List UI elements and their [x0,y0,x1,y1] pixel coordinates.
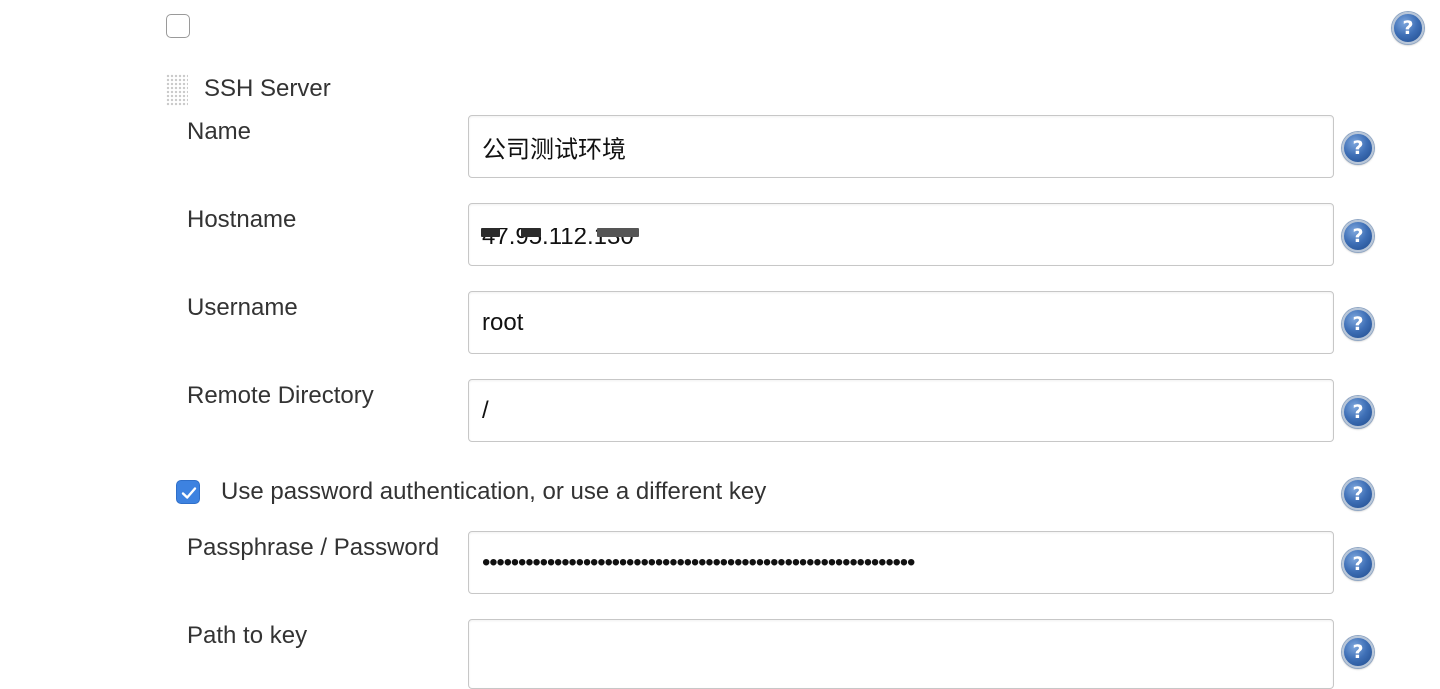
help-icon[interactable]: ? [1342,478,1374,510]
section-title: SSH Server [204,75,331,102]
help-icon[interactable]: ? [1342,132,1374,164]
remote-directory-input[interactable]: / [468,379,1334,442]
redaction-mark [597,228,639,237]
username-input[interactable]: root [468,291,1334,354]
checkmark-icon [181,487,197,499]
help-icon[interactable]: ? [1342,308,1374,340]
password-auth-checkbox[interactable] [176,480,200,504]
help-icon[interactable]: ? [1342,636,1374,668]
help-icon[interactable]: ? [1342,220,1374,252]
redaction-mark [521,228,541,237]
passphrase-label: Passphrase / Password [187,534,440,561]
enable-checkbox[interactable] [166,14,190,38]
username-label: Username [187,294,298,321]
remote-directory-label: Remote Directory [187,382,374,409]
redaction-mark [481,228,500,237]
help-icon[interactable]: ? [1342,396,1374,428]
username-value: root [482,308,524,336]
name-input[interactable]: 公司测试环境 [468,115,1334,178]
drag-handle-icon[interactable] [166,74,188,106]
name-label: Name [187,118,252,145]
path-to-key-input[interactable] [468,619,1334,689]
help-icon[interactable]: ? [1392,12,1424,44]
passphrase-value: ••••••••••••••••••••••••••••••••••••••••… [482,548,915,576]
path-to-key-label: Path to key [187,622,308,649]
help-icon[interactable]: ? [1342,548,1374,580]
remote-directory-value: / [482,396,489,424]
password-auth-label[interactable]: Use password authentication, or use a di… [221,478,766,506]
passphrase-input[interactable]: ••••••••••••••••••••••••••••••••••••••••… [468,531,1334,594]
hostname-label: Hostname [187,206,297,233]
name-value: 公司测试环境 [482,136,626,163]
redaction-mask [477,210,657,228]
hostname-input[interactable]: 47.95.112.130 [468,203,1334,266]
